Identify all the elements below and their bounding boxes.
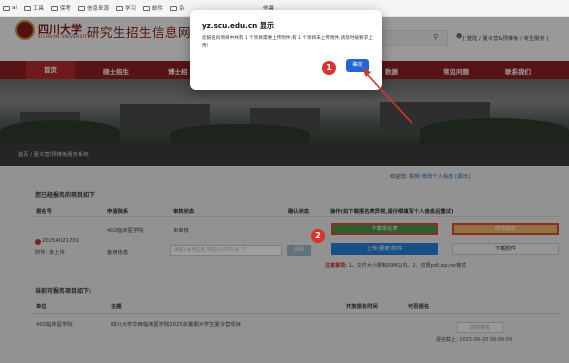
folder-icon	[142, 5, 150, 11]
bookmark-ai[interactable]: ai	[3, 5, 17, 11]
step-marker-1: 1	[322, 61, 336, 75]
bookmark-exam[interactable]: 保考	[50, 4, 71, 12]
folder-icon	[77, 5, 85, 11]
ok-button[interactable]: 确定	[346, 59, 369, 72]
bookmark-mail[interactable]: 邮件	[142, 4, 163, 12]
dialog-title: yz.scu.edu.cn 显示	[202, 21, 275, 30]
bookmark-sources[interactable]: 信息来源	[77, 4, 109, 12]
bookmark-tools[interactable]: 工具	[23, 4, 44, 12]
folder-icon	[23, 5, 31, 11]
alert-dialog: yz.scu.edu.cn 显示 您报名的项目中共有 1 个项目需要上传附件,有…	[190, 10, 382, 90]
folder-icon	[3, 5, 10, 11]
step-marker-2: 2	[311, 229, 325, 243]
folder-icon	[50, 5, 58, 11]
dialog-message: 您报名的项目中共有 1 个项目需要上传附件,有 1 个项目未上传附件,请及时按要…	[202, 36, 373, 49]
bookmark-misc[interactable]: 杂	[169, 4, 185, 12]
folder-icon	[115, 5, 123, 11]
folder-icon	[169, 5, 177, 11]
bookmark-study[interactable]: 学习	[115, 4, 136, 12]
